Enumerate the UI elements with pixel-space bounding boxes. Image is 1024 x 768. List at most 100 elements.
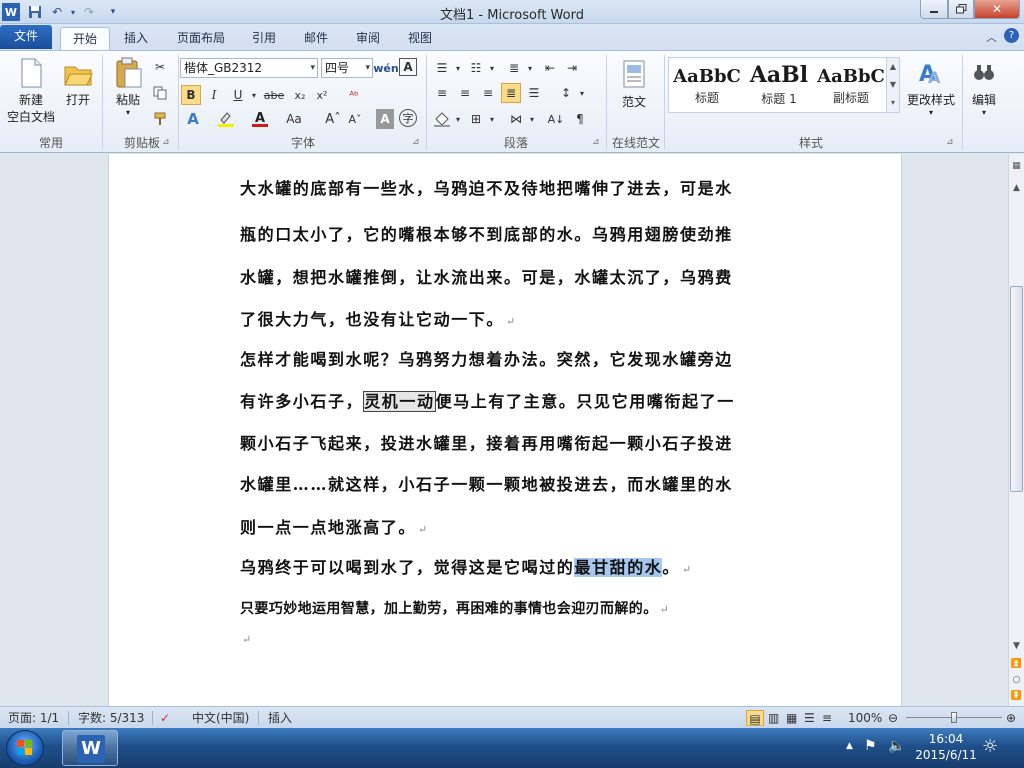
italic-button[interactable]: I (204, 85, 224, 105)
strikethrough-button[interactable]: abe (264, 85, 285, 105)
change-styles-button[interactable]: AA 更改样式 ▾ (904, 57, 958, 117)
shrink-font-icon[interactable]: Aˇ (345, 109, 365, 129)
tab-page-layout[interactable]: 页面布局 (168, 27, 234, 50)
numbering-dropdown-icon[interactable]: ▾ (482, 58, 502, 78)
text-effects-icon[interactable]: A (183, 109, 203, 129)
help-icon[interactable]: ? (1004, 28, 1019, 43)
ruler-toggle-icon[interactable]: ▦ (1009, 158, 1024, 174)
new-blank-document-button[interactable]: 新建 空白文档 (4, 57, 58, 125)
zoom-slider[interactable] (906, 712, 1002, 723)
subscript-button[interactable]: x₂ (290, 85, 310, 105)
tab-home[interactable]: 开始 (60, 27, 110, 50)
document-line[interactable]: 怎样才能喝到水呢？乌鸦努力想着办法。突然，它发现水罐旁边 (240, 346, 733, 370)
cut-icon[interactable]: ✂ (150, 57, 170, 77)
empty-line[interactable]: ↵ (240, 628, 253, 647)
increase-indent-icon[interactable]: ⇥ (562, 58, 582, 78)
document-line[interactable]: 乌鸦终于可以喝到水了，觉得这是它喝过的最甘甜的水。 ↵ (240, 554, 693, 578)
tab-file[interactable]: 文件 (0, 25, 52, 49)
document-line[interactable]: 颗小石子飞起来，投进水罐里，接着再用嘴衔起一颗小石子投进 (240, 430, 733, 454)
document-line[interactable]: 瓶的口太小了，它的嘴根本够不到底部的水。乌鸦用翅膀使劲推 (240, 221, 733, 245)
selected-text[interactable]: 最甘甜的水 (574, 558, 663, 577)
start-button[interactable] (6, 730, 44, 766)
multilevel-dropdown-icon[interactable]: ▾ (520, 58, 540, 78)
format-painter-icon[interactable] (150, 109, 170, 129)
zoom-level[interactable]: 100% (848, 710, 882, 726)
tab-view[interactable]: 视图 (400, 27, 440, 50)
highlight-icon[interactable] (216, 109, 236, 129)
decrease-indent-icon[interactable]: ⇤ (540, 58, 560, 78)
draft-icon[interactable]: ≡ (822, 710, 832, 726)
line-spacing-dropdown-icon[interactable]: ▾ (572, 83, 592, 103)
copy-icon[interactable] (150, 83, 170, 103)
bold-button[interactable]: B (181, 85, 201, 105)
align-center-icon[interactable]: ≡ (455, 83, 475, 103)
language[interactable]: 中文(中国) (192, 710, 249, 726)
scroll-down-icon[interactable]: ▼ (1009, 638, 1024, 654)
vertical-scrollbar[interactable]: ▦ ▲ ▼ ⏫ ○ ⏬ (1008, 154, 1024, 706)
close-button[interactable]: ✕ (974, 0, 1020, 19)
document-line[interactable]: 了很大力气，也没有让它动一下。 ↵ (240, 306, 517, 330)
clear-format-icon[interactable]: ᴬᵇ (344, 85, 364, 105)
taskbar-word-button[interactable]: W (62, 730, 118, 766)
tab-mailings[interactable]: 邮件 (296, 27, 336, 50)
action-center-icon[interactable]: ⚑ (864, 738, 877, 754)
sort-icon[interactable]: A↓ (546, 109, 566, 129)
boxed-phrase[interactable]: 灵机一动 (363, 391, 436, 412)
previous-page-icon[interactable]: ⏫ (1009, 656, 1024, 672)
page-count[interactable]: 页面: 1/1 (8, 710, 59, 726)
font-name-combo[interactable]: 楷体_GB2312 ▾ (180, 58, 318, 78)
distribute-icon[interactable]: ☰ (524, 83, 544, 103)
font-size-combo[interactable]: 四号 ▾ (321, 58, 373, 78)
tab-insert[interactable]: 插入 (114, 27, 158, 50)
shading-dropdown-icon[interactable]: ▾ (448, 109, 468, 129)
proofing-icon[interactable]: ✓ (160, 710, 170, 726)
document-line[interactable]: 有许多小石子，灵机一动便马上有了主意。只见它用嘴衔起了一 (240, 388, 735, 412)
full-screen-reading-icon[interactable]: ▥ (768, 710, 779, 726)
styles-scroll[interactable]: ▲ ▼ ▾ (886, 57, 900, 113)
next-page-icon[interactable]: ⏬ (1009, 688, 1024, 704)
superscript-button[interactable]: x² (312, 85, 332, 105)
document-line[interactable]: 水罐，想把水罐推倒，让水流出来。可是，水罐太沉了，乌鸦费 (240, 264, 733, 288)
scroll-thumb[interactable] (1010, 286, 1023, 492)
document-line[interactable]: 大水罐的底部有一些水，乌鸦迫不及待地把嘴伸了进去，可是水 (240, 175, 733, 199)
character-border-icon[interactable]: A (399, 58, 417, 76)
style-heading-1[interactable]: AaBl 标题 1 (743, 58, 815, 112)
document-line[interactable]: 则一点一点地涨高了。 ↵ (240, 514, 429, 538)
font-launcher-icon[interactable]: ⊿ (412, 137, 420, 147)
tab-review[interactable]: 审阅 (348, 27, 388, 50)
align-right-icon[interactable]: ≡ (478, 83, 498, 103)
show-marks-icon[interactable]: ¶ (570, 109, 590, 129)
minimize-ribbon-icon[interactable]: ︿ (986, 29, 997, 45)
paste-button[interactable]: 粘贴 ▾ (108, 57, 148, 117)
zoom-out-icon[interactable]: ⊖ (888, 710, 898, 726)
enclose-characters-icon[interactable]: 字 (399, 109, 417, 127)
weather-gadget-icon[interactable]: ☼ (982, 736, 998, 757)
insert-mode[interactable]: 插入 (268, 710, 292, 726)
borders-dropdown-icon[interactable]: ▾ (482, 109, 502, 129)
word-count[interactable]: 字数: 5/313 (78, 710, 144, 726)
zoom-in-icon[interactable]: ⊕ (1006, 710, 1016, 726)
chinese-layout-dropdown-icon[interactable]: ▾ (522, 109, 542, 129)
character-shading-icon[interactable]: A (376, 109, 394, 129)
scroll-up-icon[interactable]: ▲ (1009, 180, 1024, 196)
phonetic-guide-icon[interactable]: wén (373, 58, 398, 78)
maximize-button[interactable] (948, 0, 974, 19)
show-hidden-icons-icon[interactable]: ▲ (846, 741, 853, 751)
paragraph-launcher-icon[interactable]: ⊿ (592, 137, 600, 147)
minimize-button[interactable] (920, 0, 948, 19)
underline-dropdown-icon[interactable]: ▾ (244, 85, 264, 105)
change-case-icon[interactable]: Aa (284, 109, 304, 129)
bullets-dropdown-icon[interactable]: ▾ (448, 58, 468, 78)
zoom-slider-thumb[interactable] (951, 712, 957, 723)
speaker-icon[interactable]: 🔈 (888, 738, 905, 754)
browse-object-icon[interactable]: ○ (1009, 672, 1024, 688)
print-layout-icon[interactable]: ▤ (746, 710, 764, 726)
styles-launcher-icon[interactable]: ⊿ (946, 137, 954, 147)
style-subtitle[interactable]: AaBbC 副标题 (815, 58, 887, 112)
style-title[interactable]: AaBbC 标题 (671, 58, 743, 112)
align-left-icon[interactable]: ≡ (432, 83, 452, 103)
editing-button[interactable]: 编辑 ▾ (966, 57, 1002, 117)
clipboard-launcher-icon[interactable]: ⊿ (162, 137, 170, 147)
tab-references[interactable]: 引用 (244, 27, 284, 50)
clock[interactable]: 16:04 2015/6/11 (914, 732, 978, 762)
